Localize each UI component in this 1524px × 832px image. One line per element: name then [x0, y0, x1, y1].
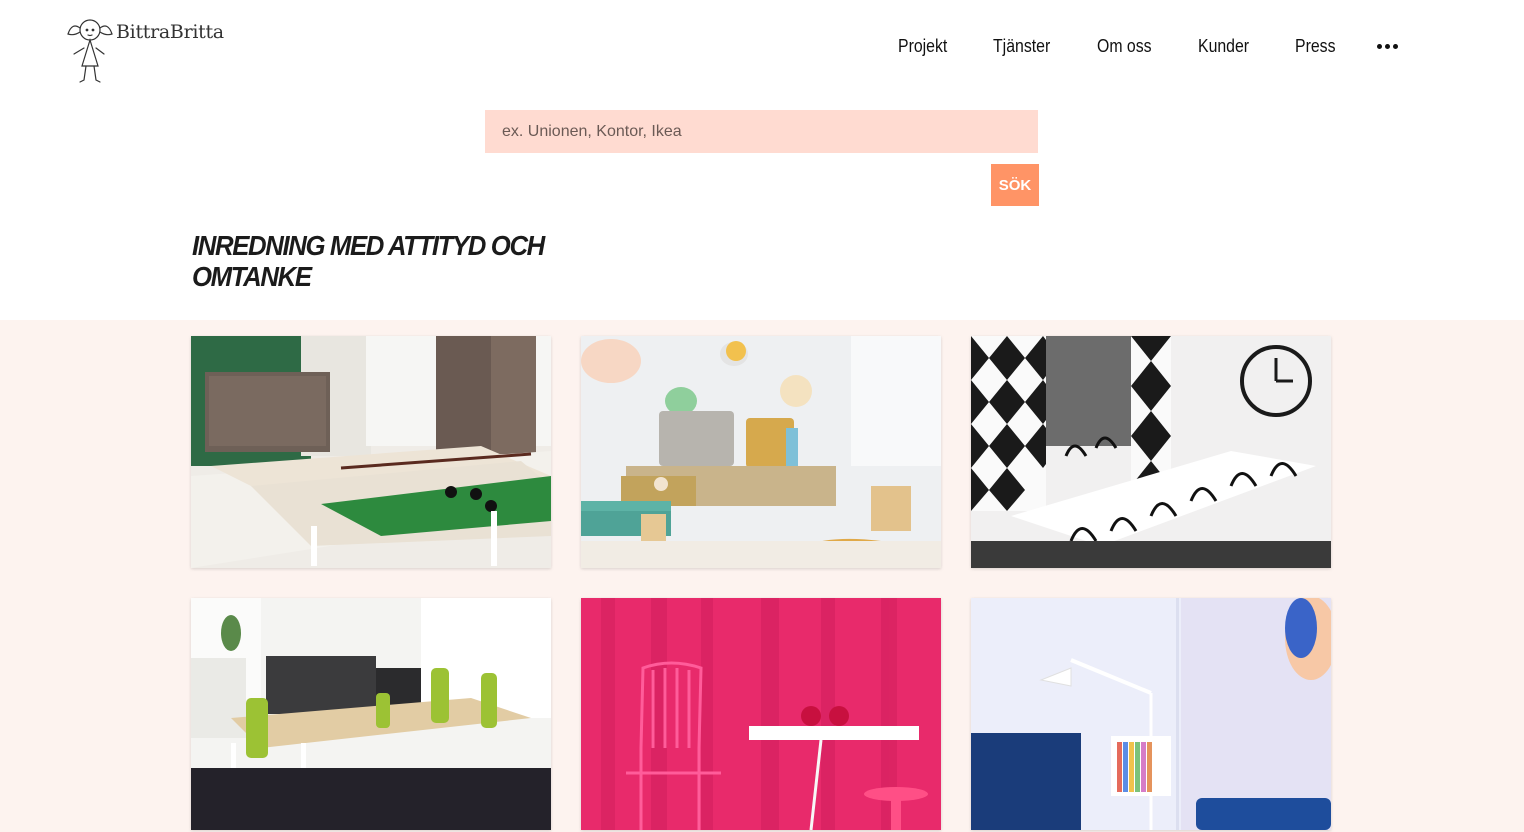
page-tagline: INREDNING MED ATTITYD OCH OMTANKE	[192, 230, 545, 292]
project-tile-green-workspace[interactable]	[191, 598, 551, 830]
nav-item-press[interactable]: Press	[1295, 36, 1335, 57]
nav-item-om-oss[interactable]: Om oss	[1097, 36, 1152, 57]
search-button[interactable]: SÖK	[991, 164, 1039, 206]
project-grid	[0, 320, 1524, 832]
girl-illustration-icon	[67, 19, 113, 83]
brand-name: BittraBritta	[116, 21, 224, 43]
project-tile-office-pool-table[interactable]	[191, 336, 551, 568]
ellipsis-icon[interactable]	[1377, 40, 1398, 53]
nav-item-kunder[interactable]: Kunder	[1198, 36, 1249, 57]
colorful-lounge-photo	[581, 336, 941, 568]
site-header: BittraBritta Projekt Tjänster Om oss Kun…	[0, 0, 1524, 100]
blue-sofa-lamp-photo	[971, 598, 1331, 830]
green-chairs-workspace-photo	[191, 598, 551, 830]
brand-logo[interactable]: BittraBritta	[62, 14, 224, 86]
office-pool-table-photo	[191, 336, 551, 568]
project-tile-blue-lounge[interactable]	[971, 598, 1331, 830]
main-nav: Projekt Tjänster Om oss Kunder Press	[859, 36, 1398, 57]
project-tile-conference-room[interactable]	[971, 336, 1331, 568]
project-tile-pink-room[interactable]	[581, 598, 941, 830]
search-input[interactable]	[485, 110, 1038, 153]
pink-curtain-chair-photo	[581, 598, 941, 830]
nav-item-tjanster[interactable]: Tjänster	[993, 36, 1050, 57]
nav-item-projekt[interactable]: Projekt	[898, 36, 947, 57]
project-tile-colorful-lounge[interactable]	[581, 336, 941, 568]
black-white-conference-room-photo	[971, 336, 1331, 568]
